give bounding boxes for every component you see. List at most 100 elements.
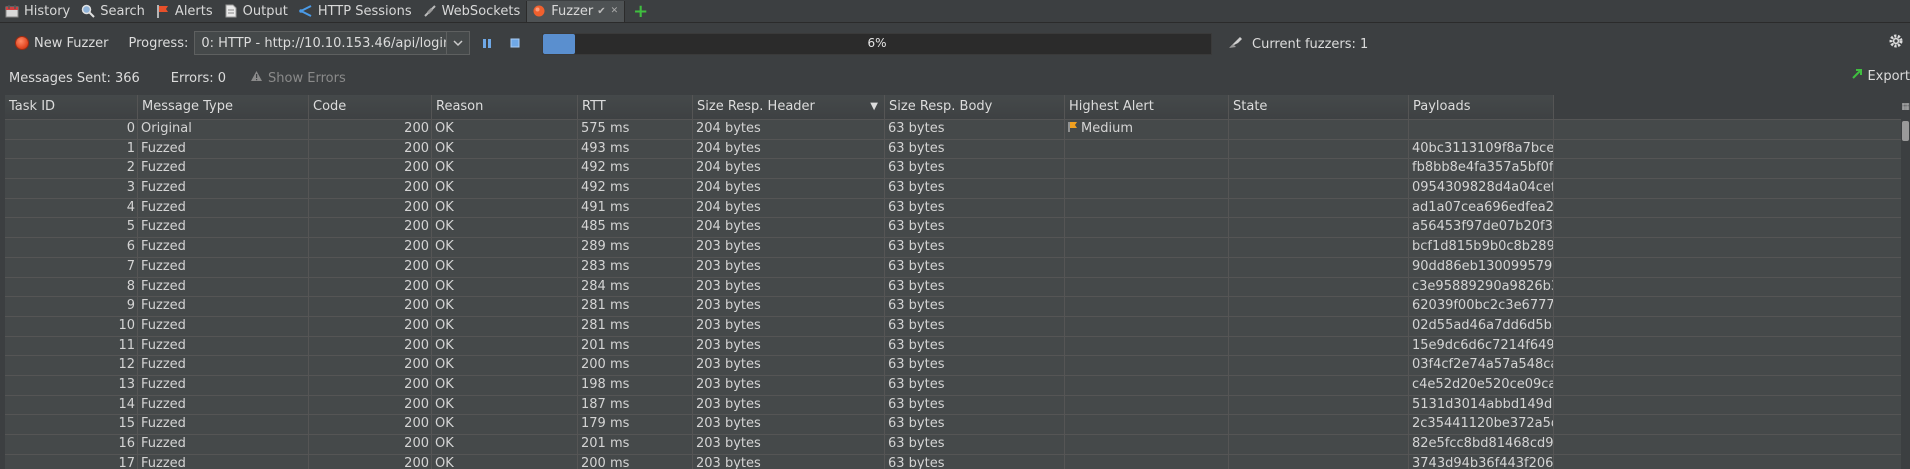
column-header-size-resp-header[interactable]: Size Resp. Header ▼: [693, 95, 885, 119]
cell-text: fb8bb8e4fa357a5bf0f62a...: [1412, 160, 1554, 176]
cell-text: 63 bytes: [888, 160, 945, 176]
chevron-down-icon[interactable]: [446, 32, 469, 54]
tab-history[interactable]: History: [0, 0, 76, 22]
search-icon: [80, 3, 96, 19]
column-header-state[interactable]: State: [1229, 95, 1409, 119]
export-button[interactable]: Export: [1851, 68, 1910, 84]
cell-text: Fuzzed: [141, 239, 186, 255]
tab-fuzzer[interactable]: Fuzzer ✔ ✕: [526, 0, 626, 22]
cell-reason: OK: [432, 218, 578, 238]
cell-highest-alert: Medium: [1065, 120, 1229, 139]
cell-text: 200 ms: [581, 455, 630, 469]
cell-code: 200: [309, 297, 432, 316]
cell-message-type: Fuzzed: [138, 238, 309, 257]
cell-reason: OK: [432, 435, 578, 454]
column-header-message-type[interactable]: Message Type: [138, 95, 309, 119]
fuzzer-select[interactable]: 0: HTTP - http://10.10.153.46/api/login: [194, 31, 471, 55]
cell-text: 13: [118, 376, 135, 392]
add-tab-button[interactable]: +: [633, 1, 648, 22]
cell-payloads: c3e95889290a9826b352...: [1409, 277, 1554, 297]
table-row[interactable]: 2 Fuzzed 200 OK 492 ms 204 bytes 63 bytes fb8bb…: [5, 159, 1910, 180]
cell-text: 15e9dc6d6c7214f64989...: [1412, 337, 1554, 353]
cell-size-resp-header: 204 bytes: [693, 120, 885, 139]
cell-state: [1229, 218, 1409, 238]
column-header-payloads[interactable]: Payloads: [1409, 95, 1554, 119]
pin-icon[interactable]: ✔: [597, 6, 605, 17]
cell-task-id: 6: [5, 238, 138, 257]
cell-text: 15: [118, 416, 135, 432]
table-row[interactable]: 1 Fuzzed 200 OK 493 ms 204 bytes 63 bytes 40bc3…: [5, 139, 1910, 160]
cell-message-type: Fuzzed: [138, 257, 309, 277]
cell-text: OK: [435, 298, 454, 314]
column-header-rtt[interactable]: RTT: [578, 95, 693, 119]
table-row[interactable]: 0 Original 200 OK 575 ms 204 bytes 63 bytes Med…: [5, 120, 1910, 140]
table-row[interactable]: 4 Fuzzed 200 OK 491 ms 204 bytes 63 bytes ad1a0…: [5, 198, 1910, 219]
close-icon[interactable]: ✕: [611, 6, 619, 16]
tab-websockets[interactable]: WebSockets: [418, 0, 527, 22]
cell-text: 63 bytes: [888, 219, 945, 235]
table-row[interactable]: 14 Fuzzed 200 OK 187 ms 203 bytes 63 bytes 5131…: [5, 395, 1910, 416]
column-header-label: Size Resp. Header: [697, 99, 815, 114]
tab-label: Fuzzer: [551, 3, 594, 19]
cell-text: 14: [118, 396, 135, 412]
tab-alerts[interactable]: Alerts: [151, 0, 219, 22]
column-chooser-icon[interactable]: ▦: [1901, 95, 1910, 119]
column-header-reason[interactable]: Reason: [432, 95, 578, 119]
cell-text: 204 bytes: [696, 199, 761, 215]
cell-text: 63 bytes: [888, 298, 945, 314]
cell-highest-alert: [1065, 139, 1229, 159]
table-row[interactable]: 7 Fuzzed 200 OK 283 ms 203 bytes 63 bytes 90dd8…: [5, 257, 1910, 278]
cell-size-resp-body: 63 bytes: [885, 435, 1065, 454]
cell-code: 200: [309, 356, 432, 375]
table-row[interactable]: 13 Fuzzed 200 OK 198 ms 203 bytes 63 bytes c4e5…: [5, 375, 1910, 396]
tab-label: Alerts: [174, 3, 213, 19]
column-header-size-resp-body[interactable]: Size Resp. Body: [885, 95, 1065, 119]
table-row[interactable]: 8 Fuzzed 200 OK 284 ms 203 bytes 63 bytes c3e95…: [5, 277, 1910, 298]
cell-text: 1: [126, 140, 135, 156]
column-header-task-id[interactable]: Task ID: [5, 95, 138, 119]
history-icon: [4, 3, 20, 19]
tab-search[interactable]: Search: [76, 0, 151, 22]
table-row[interactable]: 12 Fuzzed 200 OK 200 ms 203 bytes 63 bytes 03f4…: [5, 356, 1910, 376]
table-row[interactable]: 9 Fuzzed 200 OK 281 ms 203 bytes 63 bytes 62039…: [5, 297, 1910, 317]
cell-text: 203 bytes: [696, 396, 761, 412]
cell-payloads: 62039f00bc2c3e67775d...: [1409, 297, 1554, 316]
gear-icon[interactable]: [1888, 33, 1904, 53]
broom-icon[interactable]: [1228, 35, 1244, 53]
cell-code: 200: [309, 336, 432, 356]
current-fuzzers-label: Current fuzzers: 1: [1252, 36, 1369, 52]
cell-size-resp-body: 63 bytes: [885, 356, 1065, 375]
cell-text: 203 bytes: [696, 278, 761, 294]
table-row[interactable]: 17 Fuzzed 200 OK 200 ms 203 bytes 63 bytes 3743…: [5, 454, 1910, 469]
column-header-highest-alert[interactable]: Highest Alert: [1065, 95, 1229, 119]
new-fuzzer-label: New Fuzzer: [34, 35, 109, 51]
cell-text: ad1a07cea696edfea2be...: [1412, 199, 1554, 215]
tab-label: Output: [242, 3, 288, 19]
cell-text: 200: [404, 337, 429, 353]
cell-text: OK: [435, 160, 454, 176]
scrollbar-thumb[interactable]: [1902, 121, 1909, 141]
cell-text: Medium: [1081, 121, 1133, 136]
pause-button[interactable]: [476, 32, 498, 54]
table-row[interactable]: 10 Fuzzed 200 OK 281 ms 203 bytes 63 bytes 02d5…: [5, 316, 1910, 337]
stop-button[interactable]: [504, 32, 526, 54]
table-row[interactable]: 11 Fuzzed 200 OK 201 ms 203 bytes 63 bytes 15e9…: [5, 336, 1910, 357]
cell-payloads: fb8bb8e4fa357a5bf0f62a...: [1409, 159, 1554, 179]
show-errors-button[interactable]: Show Errors: [250, 70, 346, 86]
tab-http-sessions[interactable]: HTTP Sessions: [294, 0, 418, 22]
table-row[interactable]: 15 Fuzzed 200 OK 179 ms 203 bytes 63 bytes 2c35…: [5, 415, 1910, 435]
cell-task-id: 10: [5, 316, 138, 336]
new-fuzzer-button[interactable]: New Fuzzer: [16, 36, 108, 51]
table-row[interactable]: 16 Fuzzed 200 OK 201 ms 203 bytes 63 bytes 82e5…: [5, 435, 1910, 455]
cell-payloads: 02d55ad46a7dd6d5b53a...: [1409, 316, 1554, 336]
cell-text: a56453f97de07b20f3037...: [1412, 219, 1553, 235]
column-header-label: State: [1233, 99, 1268, 114]
cell-text: 17: [118, 455, 135, 469]
column-header-code[interactable]: Code: [309, 95, 432, 119]
table-row[interactable]: 6 Fuzzed 200 OK 289 ms 203 bytes 63 bytes bcf1d…: [5, 238, 1910, 258]
table-row[interactable]: 3 Fuzzed 200 OK 492 ms 204 bytes 63 bytes 09543…: [5, 179, 1910, 199]
cell-code: 200: [309, 316, 432, 336]
table-row[interactable]: 5 Fuzzed 200 OK 485 ms 204 bytes 63 bytes a5645…: [5, 218, 1910, 239]
tab-output[interactable]: Output: [219, 0, 294, 22]
vertical-scrollbar[interactable]: [1901, 119, 1910, 469]
